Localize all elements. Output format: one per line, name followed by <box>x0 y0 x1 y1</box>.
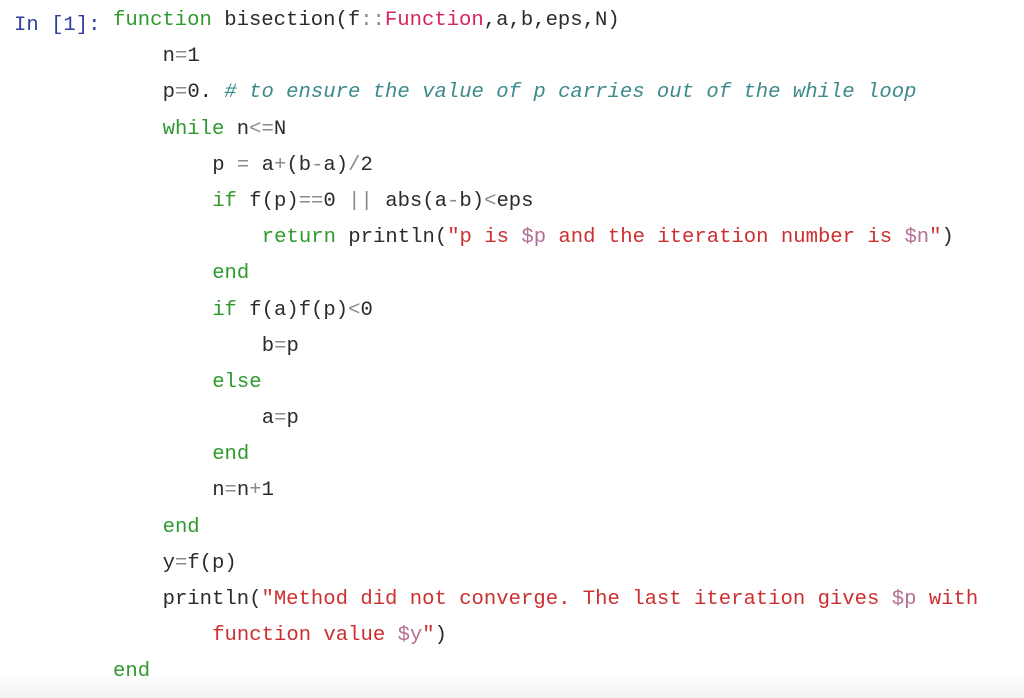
code-token: y <box>162 551 175 575</box>
operator-token: < <box>484 189 497 213</box>
code-token: p <box>212 153 237 177</box>
operator-token: / <box>348 153 361 177</box>
keyword-token: if <box>212 189 237 213</box>
code-token: a) <box>323 153 349 177</box>
code-token: ) <box>941 226 954 250</box>
keyword-token: end <box>162 515 200 539</box>
code-token: 0. <box>187 81 225 105</box>
operator-token: + <box>273 153 287 177</box>
code-line: p = a+(b-a)/2 <box>0 148 978 184</box>
notebook-code-cell[interactable]: In [1]: function bisection(f::Function,a… <box>0 0 1024 698</box>
keyword-token: if <box>212 298 237 322</box>
code-token: 2 <box>360 153 373 177</box>
keyword-token: else <box>212 370 262 394</box>
code-editor[interactable]: function bisection(f::Function,a,b,eps,N… <box>0 3 978 691</box>
operator-token: == <box>298 189 324 213</box>
code-token: 1 <box>261 479 274 503</box>
code-token: a <box>261 407 275 431</box>
code-token: p <box>286 407 299 431</box>
keyword-token: function <box>113 9 212 32</box>
code-line: b=p <box>0 329 978 365</box>
string-token: with <box>916 588 979 611</box>
code-token: bisection(f <box>211 9 361 32</box>
code-token: p <box>162 81 175 105</box>
code-token: eps <box>496 189 534 213</box>
operator-token: = <box>274 334 287 358</box>
code-token: 0 <box>360 298 373 322</box>
code-line: println("Method did not converge. The la… <box>0 582 979 618</box>
interpolation-token: $p <box>521 226 547 250</box>
operator-token: = <box>174 45 188 69</box>
interpolation-token: $n <box>904 226 930 250</box>
code-line: return println("p is $p and the iteratio… <box>0 220 978 256</box>
type-token: Function <box>384 9 484 32</box>
string-token: and the iteration number is <box>546 226 905 250</box>
code-line: end <box>0 510 978 546</box>
operator-token: = <box>174 551 188 575</box>
code-token: (b <box>286 153 312 177</box>
code-line: if f(p)==0 || abs(a-b)<eps <box>0 184 978 220</box>
string-token: function value <box>212 624 398 648</box>
keyword-token: return <box>261 226 336 250</box>
code-line: y=f(p) <box>0 546 978 582</box>
string-token: "p is <box>447 226 522 250</box>
operator-token: + <box>249 479 262 503</box>
code-token: a <box>249 153 274 177</box>
operator-token: = <box>236 153 250 177</box>
code-token: 1 <box>187 45 200 69</box>
code-token: f(a)f(p) <box>236 298 349 322</box>
operator-token: < <box>348 298 361 322</box>
operator-token: = <box>224 479 237 503</box>
operator-token: || <box>348 189 373 213</box>
code-token: n <box>212 479 225 503</box>
code-token: ,a,b,eps,N) <box>483 9 620 32</box>
code-line: if f(a)f(p)<0 <box>0 293 978 329</box>
code-token: 0 <box>323 189 349 213</box>
code-token: b <box>261 334 275 358</box>
code-token: n <box>236 479 250 503</box>
code-line: n=n+1 <box>0 473 978 509</box>
keyword-token: end <box>113 660 151 684</box>
operator-token: = <box>174 81 188 105</box>
operator-token: - <box>311 153 324 177</box>
code-token: N <box>273 117 287 141</box>
code-token: println( <box>162 588 262 611</box>
operator-token: = <box>274 407 287 431</box>
code-line: a=p <box>0 401 978 437</box>
code-line: function value $y") <box>0 618 978 654</box>
string-token: " <box>422 624 435 648</box>
code-line: while n<=N <box>0 112 978 148</box>
code-line: end <box>0 256 978 292</box>
string-token: " <box>929 226 942 250</box>
operator-token: :: <box>360 9 385 32</box>
code-token: println( <box>335 226 448 250</box>
code-token: f(p) <box>187 551 237 575</box>
code-line: else <box>0 365 978 401</box>
code-token: abs(a <box>372 189 448 213</box>
code-line: end <box>0 437 978 473</box>
code-token: n <box>162 45 175 69</box>
keyword-token: while <box>162 117 225 141</box>
operator-token: <= <box>249 117 274 141</box>
code-token: ) <box>434 624 447 648</box>
keyword-token: end <box>212 262 250 286</box>
code-token: n <box>224 117 250 141</box>
keyword-token: end <box>212 443 250 467</box>
code-token: p <box>286 334 299 358</box>
code-token: b) <box>459 189 485 213</box>
interpolation-token: $p <box>891 588 917 611</box>
code-line: n=1 <box>0 39 978 75</box>
interpolation-token: $y <box>397 624 423 648</box>
code-line: end <box>0 654 978 690</box>
comment-token: # to ensure the value of p carries out o… <box>224 81 917 105</box>
code-token: f(p) <box>236 189 299 213</box>
operator-token: - <box>447 189 460 213</box>
string-token: "Method did not converge. The last itera… <box>261 588 892 611</box>
code-line: function bisection(f::Function,a,b,eps,N… <box>0 3 978 39</box>
code-line: p=0. # to ensure the value of p carries … <box>0 75 978 111</box>
